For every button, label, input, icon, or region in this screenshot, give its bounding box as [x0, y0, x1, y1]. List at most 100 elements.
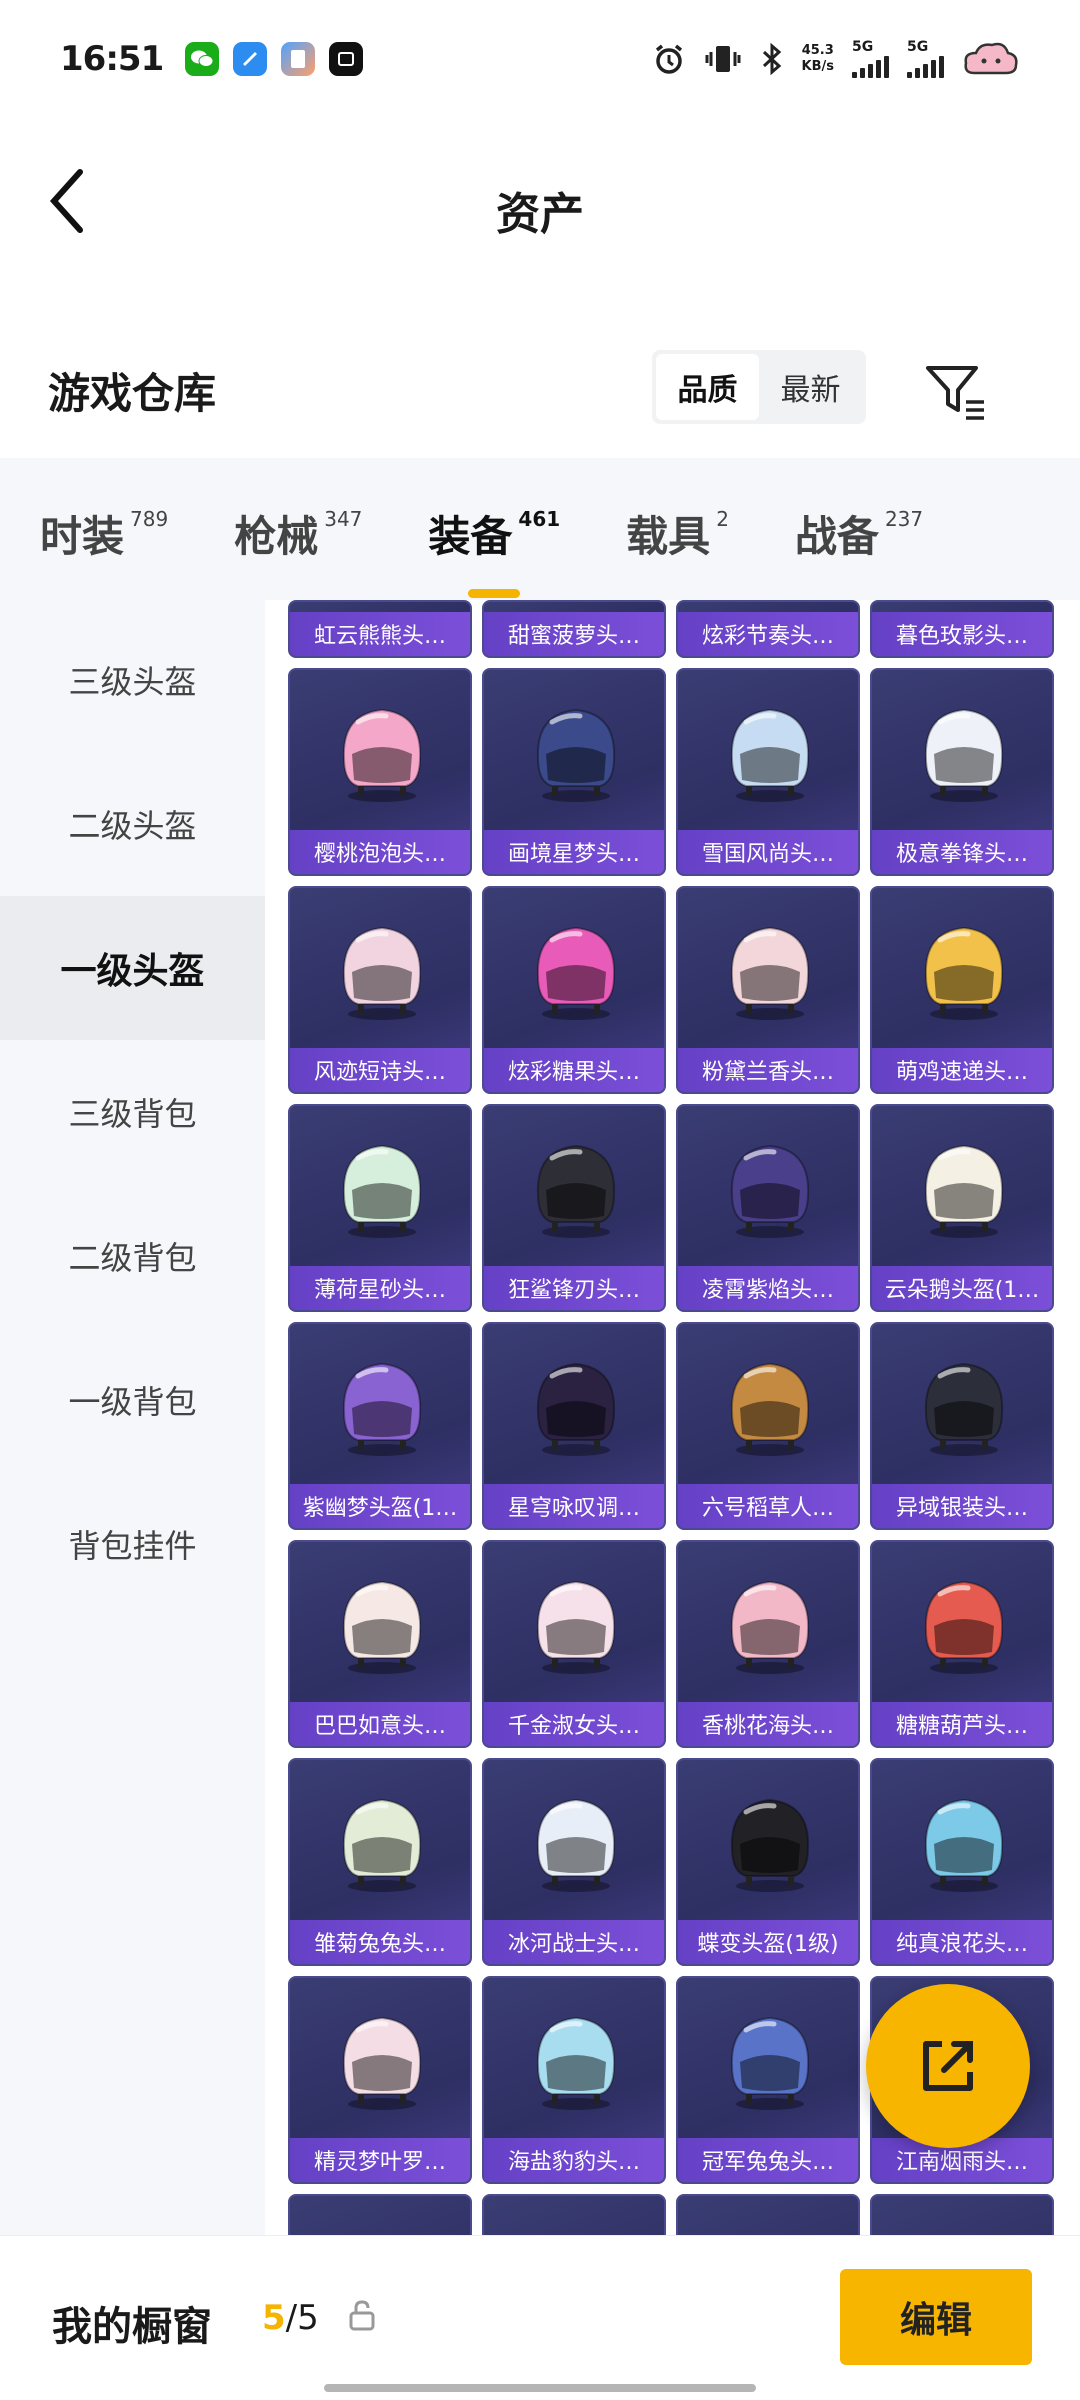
- item-card[interactable]: 炫彩糖果头…: [482, 886, 666, 1094]
- signal-2-label: 5G: [907, 39, 929, 55]
- item-card[interactable]: 云朵鹅头盔(1…: [870, 1104, 1054, 1312]
- tab-supplies[interactable]: 战备 237: [795, 503, 923, 564]
- item-card[interactable]: 巴巴如意头…: [288, 1540, 472, 1748]
- tab-count: 789: [130, 506, 169, 531]
- item-name: 萌鸡速递头…: [872, 1048, 1052, 1092]
- item-name: 异域银装头…: [872, 1484, 1052, 1528]
- helmet-image: [720, 1786, 820, 1896]
- item-card[interactable]: 萌鸡速递头…: [870, 886, 1054, 1094]
- showcase-count-current: 5: [262, 2298, 286, 2338]
- sort-quality-button[interactable]: 品质: [656, 354, 759, 420]
- helmet-image: [720, 1132, 820, 1242]
- item-card[interactable]: 暮色玫影头…: [870, 600, 1054, 658]
- share-icon: [923, 2041, 973, 2091]
- item-card[interactable]: 冰河战士头…: [482, 1758, 666, 1966]
- helmet-image: [914, 1132, 1014, 1242]
- item-card[interactable]: 海盐豹豹头…: [482, 1976, 666, 2184]
- share-fab-button[interactable]: [866, 1984, 1030, 2148]
- item-name: 千金淑女头…: [484, 1702, 664, 1746]
- item-card[interactable]: 虹云熊熊头…: [288, 600, 472, 658]
- helmet-image: [526, 1568, 626, 1678]
- sidebar-item-level1-helmet[interactable]: 一级头盔: [0, 896, 265, 1040]
- helmet-image: [720, 1350, 820, 1460]
- tab-equipment[interactable]: 装备 461: [428, 503, 561, 598]
- item-card[interactable]: 雏菊兔兔头…: [288, 1758, 472, 1966]
- status-bar: 16:51 45.3 KB/s 5G 5G: [0, 0, 1080, 118]
- item-card[interactable]: 风迹短诗头…: [288, 886, 472, 1094]
- tab-label: 战备: [794, 511, 879, 561]
- item-card[interactable]: 樱桃泡泡头…: [288, 668, 472, 876]
- item-name: 六号稻草人…: [678, 1484, 858, 1528]
- files-icon: [281, 42, 316, 76]
- helmet-image: [332, 1350, 432, 1460]
- signal-1: 5G: [852, 40, 889, 78]
- item-name: 粉黛兰香头…: [678, 1048, 858, 1092]
- helmet-image: [332, 914, 432, 1024]
- item-card[interactable]: 糖糖葫芦头…: [870, 1540, 1054, 1748]
- showcase-label: 我的橱窗: [52, 2304, 212, 2350]
- helmet-image: [720, 696, 820, 806]
- item-card[interactable]: 纯真浪花头…: [870, 1758, 1054, 1966]
- tab-label: 载具: [626, 511, 711, 561]
- item-name: 紫幽梦头盔(1…: [290, 1484, 470, 1528]
- item-card[interactable]: 雪国风尚头…: [676, 668, 860, 876]
- sidebar-item-level2-helmet[interactable]: 二级头盔: [0, 752, 265, 896]
- tab-count: 461: [518, 506, 561, 531]
- sidebar-item-backpack-charm[interactable]: 背包挂件: [0, 1472, 265, 1616]
- item-card[interactable]: 紫幽梦头盔(1…: [288, 1322, 472, 1530]
- item-card[interactable]: 冠军兔兔头…: [676, 1976, 860, 2184]
- item-card[interactable]: 炫彩节奏头…: [676, 600, 860, 658]
- item-name: 冠军兔兔头…: [678, 2138, 858, 2182]
- item-name: 云朵鹅头盔(1…: [872, 1266, 1052, 1310]
- item-card[interactable]: 薄荷星砂头…: [288, 1104, 472, 1312]
- filter-button[interactable]: [922, 358, 988, 424]
- item-name: 虹云熊熊头…: [290, 612, 470, 656]
- item-card[interactable]: [870, 2194, 1054, 2235]
- sidebar-item-level3-backpack[interactable]: 三级背包: [0, 1040, 265, 1184]
- warehouse-title: 游戏仓库: [48, 369, 217, 418]
- item-name: 雏菊兔兔头…: [290, 1920, 470, 1964]
- item-name: 雪国风尚头…: [678, 830, 858, 874]
- signal-2: 5G: [907, 40, 944, 78]
- tab-vehicles[interactable]: 载具 2: [626, 503, 729, 564]
- tab-count: 237: [884, 506, 924, 531]
- helmet-image: [332, 1132, 432, 1242]
- lock-icon[interactable]: [348, 2298, 376, 2332]
- tab-fashion[interactable]: 时装 789: [40, 503, 168, 564]
- item-name: 炫彩糖果头…: [484, 1048, 664, 1092]
- showcase-count-total: /5: [285, 2298, 319, 2338]
- item-card[interactable]: 极意拳锋头…: [870, 668, 1054, 876]
- helmet-image: [914, 696, 1014, 806]
- item-card[interactable]: [288, 2194, 472, 2235]
- item-card[interactable]: [676, 2194, 860, 2235]
- bluetooth-icon: [762, 42, 781, 76]
- alarm-icon: [655, 44, 682, 74]
- helmet-image: [332, 1786, 432, 1896]
- item-card[interactable]: 异域银装头…: [870, 1322, 1054, 1530]
- item-card[interactable]: 千金淑女头…: [482, 1540, 666, 1748]
- helmet-image: [526, 1132, 626, 1242]
- item-name: 炫彩节奏头…: [678, 612, 858, 656]
- sidebar-item-level3-helmet[interactable]: 三级头盔: [0, 608, 265, 752]
- item-name: 凌霄紫焰头…: [678, 1266, 858, 1310]
- sidebar-item-level1-backpack[interactable]: 一级背包: [0, 1328, 265, 1472]
- sort-newest-button[interactable]: 最新: [759, 354, 862, 420]
- item-card[interactable]: 甜蜜菠萝头…: [482, 600, 666, 658]
- home-indicator[interactable]: [324, 2384, 756, 2392]
- item-card[interactable]: 粉黛兰香头…: [676, 886, 860, 1094]
- item-card[interactable]: 蝶变头盔(1级): [676, 1758, 860, 1966]
- item-card[interactable]: 六号稻草人…: [676, 1322, 860, 1530]
- item-card[interactable]: 精灵梦叶罗…: [288, 1976, 472, 2184]
- item-card[interactable]: [482, 2194, 666, 2235]
- tab-firearms[interactable]: 枪械 347: [234, 503, 362, 564]
- item-card[interactable]: 画境星梦头…: [482, 668, 666, 876]
- helmet-image: [332, 1568, 432, 1678]
- edit-button[interactable]: 编辑: [840, 2269, 1032, 2365]
- helmet-image: [914, 1568, 1014, 1678]
- item-name: 樱桃泡泡头…: [290, 830, 470, 874]
- item-card[interactable]: 凌霄紫焰头…: [676, 1104, 860, 1312]
- item-card[interactable]: 星穹咏叹调…: [482, 1322, 666, 1530]
- item-card[interactable]: 香桃花海头…: [676, 1540, 860, 1748]
- item-card[interactable]: 狂鲨锋刃头…: [482, 1104, 666, 1312]
- sidebar-item-level2-backpack[interactable]: 二级背包: [0, 1184, 265, 1328]
